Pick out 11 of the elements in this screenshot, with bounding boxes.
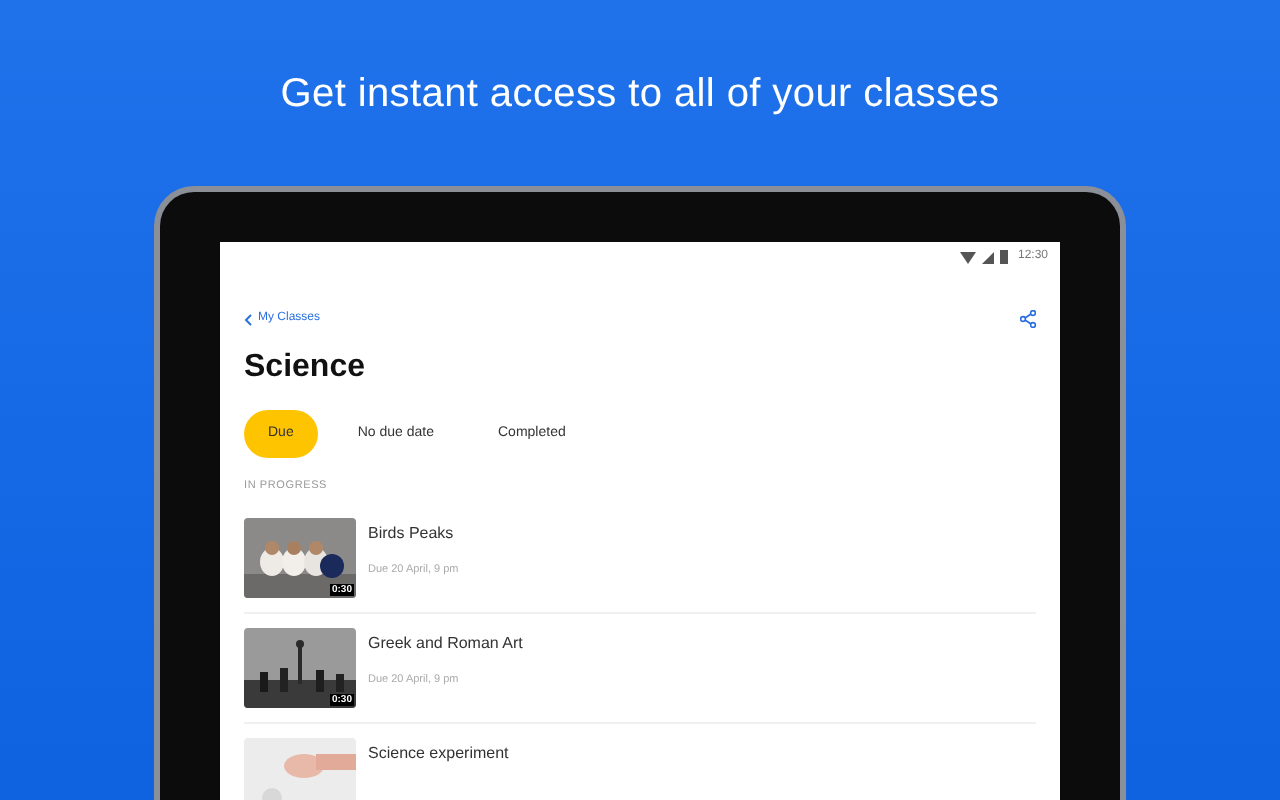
- wifi-icon: [959, 251, 976, 263]
- share-icon[interactable]: [1020, 310, 1036, 328]
- headline: Get instant access to all of your classes: [280, 70, 1000, 118]
- battery-icon: [999, 250, 1008, 264]
- item-title: Greek and Roman Art: [368, 632, 523, 657]
- back-chevron-icon: [244, 313, 252, 325]
- class-item[interactable]: Science experiment: [244, 738, 1036, 800]
- signal-icon: [981, 251, 994, 263]
- item-title: Birds Peaks: [368, 522, 456, 547]
- item-title: Science experiment: [368, 742, 509, 767]
- page-title: Science: [242, 348, 367, 388]
